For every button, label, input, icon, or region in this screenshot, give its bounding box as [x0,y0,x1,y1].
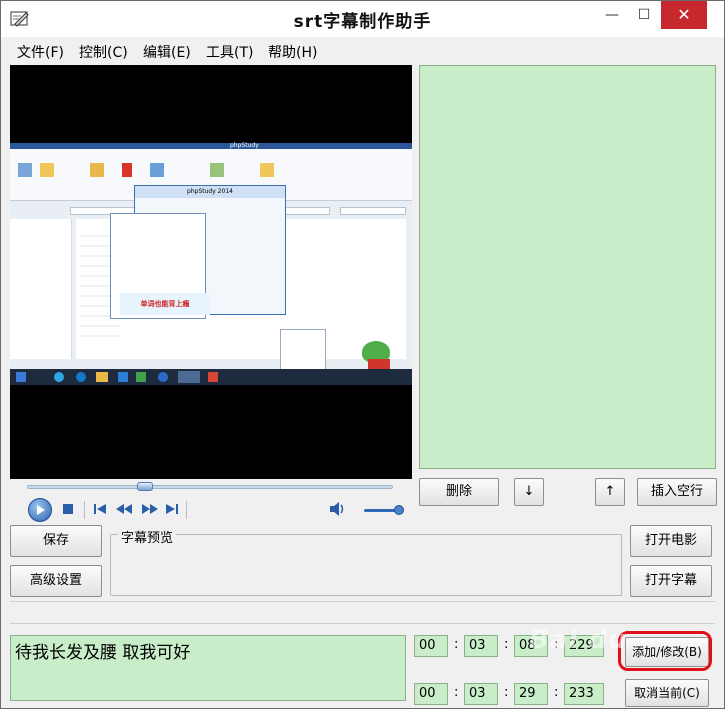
section-divider [10,601,715,602]
subtitle-list[interactable] [419,65,716,469]
open-movie-button[interactable]: 打开电影 [630,525,712,557]
volume-thumb[interactable] [394,505,404,515]
subtitle-preview-box [110,534,622,596]
open-subtitle-button[interactable]: 打开字幕 [630,565,712,597]
start-hours-field[interactable]: 00 [414,635,448,657]
title-bar: srt字幕制作助手 — ☐ ✕ [1,1,724,37]
video-ad: 单词也能背上瘾 [120,293,210,315]
menu-file[interactable]: 文件(F) [17,42,64,62]
previous-button[interactable] [92,497,108,521]
fast-forward-button[interactable] [140,497,160,521]
end-minutes-field[interactable]: 03 [464,683,498,705]
menu-edit[interactable]: 编辑(E) [143,42,191,62]
minimize-button[interactable]: — [597,1,627,29]
time-separator: : [554,685,559,700]
stop-icon [63,504,73,514]
menu-tools[interactable]: 工具(T) [206,42,253,62]
controls-separator [186,501,187,519]
speaker-icon [330,502,344,516]
time-separator: : [454,637,459,652]
time-separator: : [504,685,509,700]
app-window: srt字幕制作助手 — ☐ ✕ 文件(F) 控制(C) 编辑(E) 工具(T) … [0,0,725,709]
stop-button[interactable] [60,497,76,521]
insert-blank-row-button[interactable]: 插入空行 [637,478,717,506]
highlight-annotation [618,631,712,671]
time-separator: : [504,637,509,652]
fast-forward-icon [142,504,158,514]
section-divider [10,623,715,624]
seek-bar[interactable] [27,485,393,489]
video-taskbar [10,369,412,385]
advanced-settings-button[interactable]: 高级设置 [10,565,102,597]
move-up-button[interactable]: ↑ [595,478,625,506]
play-button[interactable] [28,498,52,522]
rewind-icon [116,504,132,514]
menu-help[interactable]: 帮助(H) [268,42,317,62]
subtitle-text-input[interactable]: 待我长发及腰 取我可好 [10,635,406,701]
save-button[interactable]: 保存 [10,525,102,557]
cancel-current-button[interactable]: 取消当前(C) [625,679,709,707]
player-controls [10,495,412,525]
seek-thumb[interactable] [137,482,153,491]
move-down-button[interactable]: ↓ [514,478,544,506]
video-player[interactable]: phpStudy phpStudy 2014 单词也能背上瘾 [10,65,412,479]
subtitle-preview-label: 字幕预览 [118,527,177,546]
end-milliseconds-field[interactable]: 233 [564,683,604,705]
delete-button[interactable]: 删除 [419,478,499,506]
menu-bar: 文件(F) 控制(C) 编辑(E) 工具(T) 帮助(H) [1,39,724,63]
end-seconds-field[interactable]: 29 [514,683,548,705]
time-separator: : [454,685,459,700]
menu-control[interactable]: 控制(C) [79,42,128,62]
next-button[interactable] [164,497,180,521]
mute-button[interactable] [328,497,346,521]
watermark: Bai du [529,625,628,655]
video-window-title: phpStudy [230,142,259,149]
video-frame: phpStudy phpStudy 2014 单词也能背上瘾 [10,142,412,385]
end-hours-field[interactable]: 00 [414,683,448,705]
maximize-button[interactable]: ☐ [629,1,659,29]
skip-previous-icon [94,504,106,514]
close-button[interactable]: ✕ [661,1,707,29]
skip-next-icon [166,504,178,514]
rewind-button[interactable] [114,497,134,521]
play-icon [37,505,45,515]
controls-separator [84,501,85,519]
start-minutes-field[interactable]: 03 [464,635,498,657]
